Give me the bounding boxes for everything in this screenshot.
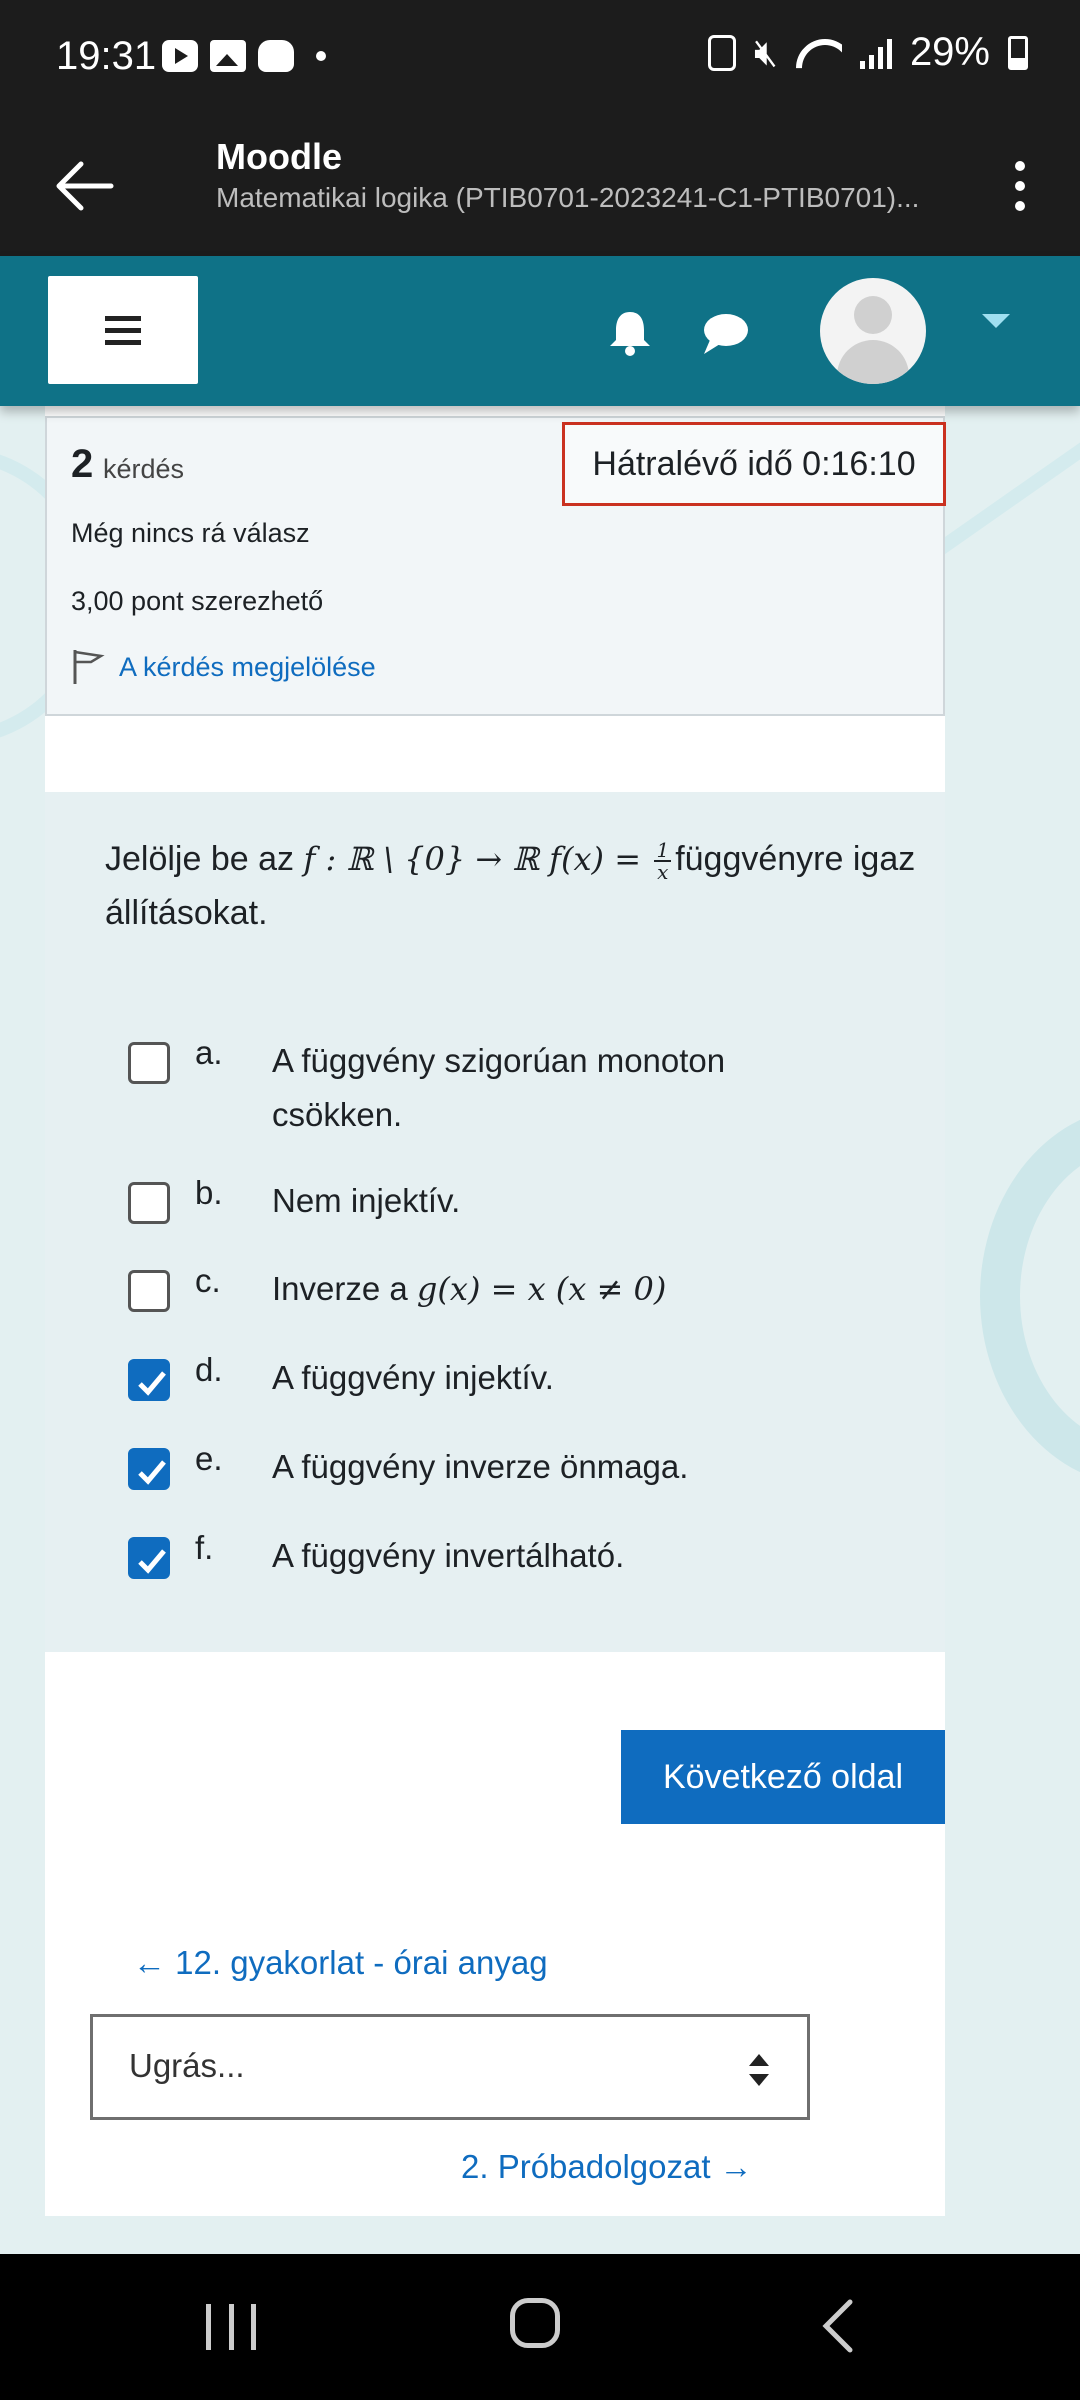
answer-checkbox[interactable]	[128, 1270, 170, 1312]
function-expression: f : ℝ \ {0} → ℝ f(x) =	[303, 840, 641, 878]
answer-text: Inverze a g(x) = x (x ≠ 0)	[272, 1270, 667, 1308]
flag-question-link[interactable]: A kérdés megjelölése	[71, 648, 376, 686]
battery-saver-icon	[707, 34, 736, 71]
question-number: 2	[71, 442, 94, 486]
wifi-icon	[796, 35, 842, 71]
home-button[interactable]	[510, 2298, 560, 2348]
next-activity-link[interactable]: 2. Próbadolgozat →	[461, 2148, 753, 2186]
gallery-icon	[210, 40, 246, 72]
app-title: Moodle	[216, 136, 342, 177]
answer-text: Nem injektív.	[272, 1182, 461, 1219]
answer-text: A függvény inverze önmaga.	[272, 1448, 689, 1485]
status-time: 19:31	[56, 34, 157, 78]
mute-icon: 🔇︎	[753, 31, 778, 74]
battery-percent: 29%	[909, 30, 990, 74]
chevron-down-icon[interactable]	[982, 314, 1010, 328]
hamburger-icon	[105, 315, 141, 321]
dot-icon	[316, 51, 326, 61]
discord-icon	[258, 40, 294, 72]
checkmark-icon	[138, 1371, 166, 1396]
nav-drawer-button[interactable]	[48, 276, 198, 384]
system-nav-bar	[0, 2254, 1080, 2400]
flag-question-label: A kérdés megjelölése	[119, 651, 376, 682]
course-subtitle: Matematikai logika (PTIB0701-2023241-C1-…	[216, 182, 920, 213]
user-avatar[interactable]	[820, 278, 926, 384]
answer-checkbox-checked[interactable]	[128, 1537, 170, 1579]
answer-checkbox[interactable]	[128, 1182, 170, 1224]
back-button[interactable]	[50, 146, 120, 226]
notifications-button[interactable]	[604, 306, 656, 358]
question-info: 2 kérdés Még nincs rá válasz 3,00 pont s…	[45, 416, 946, 716]
question-label: kérdés	[103, 454, 185, 484]
checkmark-icon	[138, 1460, 166, 1485]
answer-text: A függvény injektív.	[272, 1359, 554, 1396]
answer-text: A függvény szigorúan monoton csökken.	[272, 1042, 726, 1133]
youtube-icon	[162, 40, 198, 72]
time-remaining: Hátralévő idő 0:16:10	[562, 422, 946, 506]
recent-apps-button[interactable]	[206, 2304, 256, 2350]
messages-button[interactable]	[700, 310, 752, 358]
answer-checkbox-checked[interactable]	[128, 1448, 170, 1490]
answer-checkbox-checked[interactable]	[128, 1359, 170, 1401]
answer-text: A függvény invertálható.	[272, 1537, 625, 1574]
notification-icons	[162, 40, 326, 72]
signal-icon	[859, 37, 892, 69]
next-page-button[interactable]: Következő oldal	[621, 1730, 945, 1824]
dot-icon	[1015, 181, 1025, 191]
dot-icon	[1015, 161, 1025, 171]
previous-activity-link[interactable]: ← 12. gyakorlat - órai anyag	[133, 1944, 548, 1982]
question-points: 3,00 pont szerezhető	[71, 586, 324, 616]
flag-icon	[73, 650, 105, 684]
status-bar: 19:31 🔇︎ 29%	[0, 0, 1080, 120]
select-arrows-icon	[749, 2054, 769, 2086]
fraction: 1x	[654, 838, 672, 885]
moodle-header	[0, 256, 1080, 406]
chat-icon	[704, 314, 748, 354]
checkmark-icon	[138, 1549, 166, 1574]
app-bar: Moodle Matematikai logika (PTIB0701-2023…	[0, 120, 1080, 256]
jump-to-select[interactable]: Ugrás...	[90, 2014, 810, 2120]
battery-icon	[1008, 35, 1028, 70]
jump-to-value: Ugrás...	[129, 2047, 245, 2084]
arrow-left-icon	[56, 161, 114, 211]
quiz-content: 2 kérdés Még nincs rá válasz 3,00 pont s…	[45, 406, 946, 2216]
question-panel: Jelölje be az f : ℝ \ {0} → ℝ f(x) = 1xf…	[45, 792, 945, 1652]
dot-icon	[1015, 201, 1025, 211]
system-icons: 🔇︎ 29%	[707, 30, 1028, 75]
more-menu-button[interactable]	[1008, 146, 1032, 226]
answer-status: Még nincs rá válasz	[71, 518, 310, 548]
question-text: Jelölje be az f : ℝ \ {0} → ℝ f(x) = 1xf…	[105, 838, 916, 932]
answer-checkbox[interactable]	[128, 1042, 170, 1084]
bell-icon	[610, 312, 650, 356]
nav-back-button[interactable]	[818, 2298, 858, 2354]
